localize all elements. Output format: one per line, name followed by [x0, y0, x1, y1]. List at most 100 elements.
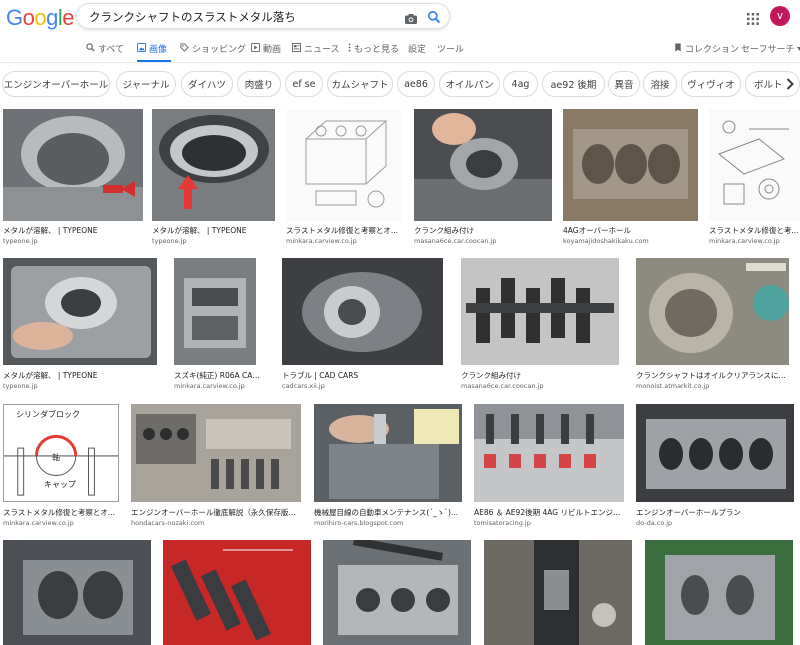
result-source[interactable]: masana6ce.car.coocan.jp	[461, 382, 619, 390]
chip[interactable]: ef se	[285, 71, 323, 97]
result-caption[interactable]: クランク組み付け	[414, 225, 552, 236]
result-thumbnail[interactable]	[282, 258, 443, 365]
search-icon	[86, 42, 95, 55]
google-logo[interactable]: Google	[6, 5, 75, 31]
chip[interactable]: ae86	[397, 71, 435, 97]
result-thumbnail[interactable]	[709, 109, 800, 221]
result-thumbnail[interactable]	[461, 258, 619, 365]
chip[interactable]: ダイハツ	[181, 71, 233, 97]
result-caption[interactable]: スラストメタル修復と考察とオ...	[286, 225, 402, 236]
chevron-right-icon[interactable]	[786, 78, 794, 94]
search-icon[interactable]	[427, 9, 441, 28]
chip[interactable]: ジャーナル	[116, 71, 176, 97]
result-thumbnail[interactable]	[3, 109, 143, 221]
result-caption[interactable]: スラストメタル修復と考察とオ...	[3, 507, 119, 518]
chip[interactable]: ヴィヴィオ	[681, 71, 741, 97]
safesearch-menu[interactable]: セーフサーチ	[741, 42, 800, 55]
result-thumbnail[interactable]	[645, 540, 793, 645]
collections-link[interactable]: コレクション	[674, 42, 739, 55]
result-caption[interactable]: メタルが溶解、 | TYPEONE	[3, 370, 157, 381]
result-source[interactable]: hondacars-nozaki.com	[131, 519, 301, 527]
search-box[interactable]: クランクシャフトのスラストメタル落ち	[76, 3, 450, 29]
result-thumbnail[interactable]: シリンダブロック 軸 キャップ	[3, 404, 119, 502]
result-caption[interactable]: トラブル | CAD CARS	[282, 370, 443, 381]
logo-letter: o	[34, 5, 47, 30]
result-caption[interactable]: メタルが溶解、 | TYPEONE	[3, 225, 143, 236]
chip[interactable]: 肉盛り	[237, 71, 281, 97]
result-caption[interactable]: スズキ(純正) R06A CAD...	[174, 370, 264, 381]
result-thumbnail[interactable]	[314, 404, 462, 502]
result-source[interactable]: minkara.carview.co.jp	[286, 237, 402, 245]
result-thumbnail[interactable]	[3, 540, 151, 645]
result-caption[interactable]: AE86 ＆ AE92後期 4AG リビルトエンジン...	[474, 507, 624, 518]
account-avatar[interactable]: v	[770, 6, 790, 26]
result-thumbnail[interactable]	[414, 109, 552, 221]
tab-more[interactable]: もっと見る	[348, 42, 399, 55]
result-source[interactable]: minkara.carview.co.jp	[174, 382, 264, 390]
result-thumbnail[interactable]	[163, 540, 311, 645]
logo-letter: o	[22, 5, 35, 30]
result-caption[interactable]: クランク組み付け	[461, 370, 619, 381]
chip[interactable]: ae92 後期	[542, 71, 605, 97]
result-thumbnail[interactable]	[474, 404, 624, 502]
result-caption[interactable]: スラストメタル修復と考...	[709, 225, 800, 236]
tab-settings[interactable]: 設定	[408, 42, 426, 55]
tab-news[interactable]: ニュース	[292, 42, 340, 55]
result-caption[interactable]: エンジンオーバーホールプラン	[636, 507, 794, 518]
result-thumbnail[interactable]	[131, 404, 301, 502]
result-thumbnail[interactable]	[636, 258, 789, 365]
result-caption[interactable]: クランクシャフトはオイルクリアランスに要...	[636, 370, 789, 381]
tab-all[interactable]: すべて	[86, 42, 124, 55]
chip[interactable]: 4ag	[503, 71, 538, 97]
tab-label: すべて	[98, 45, 125, 55]
bookmark-icon	[674, 42, 682, 55]
result-thumbnail[interactable]	[286, 109, 402, 221]
result-source[interactable]: typeone.jp	[152, 237, 275, 245]
tab-label: 画像	[149, 45, 168, 55]
search-tabs: すべて 画像 ショッピング 動画 ニュース もっと見る 設定 ツール コレクショ…	[0, 42, 800, 58]
chip[interactable]: 異音	[608, 71, 640, 97]
result-source[interactable]: minkara.carview.co.jp	[3, 519, 119, 527]
result-source[interactable]: do-da.co.jp	[636, 519, 794, 527]
result-source[interactable]: typeone.jp	[3, 237, 143, 245]
search-input[interactable]: クランクシャフトのスラストメタル落ち	[89, 9, 296, 25]
result-thumbnail[interactable]	[323, 540, 471, 645]
result-source[interactable]: monoist.atmarkit.co.jp	[636, 382, 789, 390]
chip[interactable]: 溶接	[643, 71, 677, 97]
result-caption[interactable]: 機械屋目線の自動車メンテナンス(´_ゝ`)...	[314, 507, 462, 518]
result-thumbnail[interactable]	[3, 258, 157, 365]
tab-label: ショッピング	[192, 45, 247, 55]
result-thumbnail[interactable]	[152, 109, 275, 221]
chip[interactable]: オイルパン	[439, 71, 500, 97]
logo-letter: G	[6, 5, 23, 30]
tab-label: ニュース	[304, 45, 340, 55]
image-icon	[137, 42, 146, 55]
chip[interactable]: カムシャフト	[327, 71, 393, 97]
result-source[interactable]: masana6ce.car.coocan.jp	[414, 237, 552, 245]
result-source[interactable]: typeone.jp	[3, 382, 157, 390]
result-caption[interactable]: エンジンオーバーホール徹底解説（永久保存版）...	[131, 507, 301, 518]
apps-grid-icon[interactable]	[747, 10, 759, 29]
result-thumbnail[interactable]	[174, 258, 256, 365]
result-thumbnail[interactable]	[563, 109, 698, 221]
result-source[interactable]: minkara.carview.co.jp	[709, 237, 800, 245]
result-source[interactable]: morihiro-cars.blogspot.com	[314, 519, 462, 527]
header-divider	[0, 62, 800, 63]
more-vert-icon	[348, 42, 351, 55]
tab-tools[interactable]: ツール	[437, 42, 464, 55]
result-caption[interactable]: 4AGオーバーホール	[563, 225, 698, 236]
result-source[interactable]: cadcars.xii.jp	[282, 382, 443, 390]
result-caption[interactable]: メタルが溶解、 | TYPEONE	[152, 225, 275, 236]
tab-shopping[interactable]: ショッピング	[180, 42, 246, 55]
camera-icon[interactable]	[404, 10, 418, 29]
tab-images[interactable]: 画像	[137, 42, 167, 55]
result-thumbnail[interactable]	[484, 540, 632, 645]
tag-icon	[180, 42, 189, 55]
chip[interactable]: エンジンオーバーホール	[2, 71, 110, 97]
result-source[interactable]: koyamajidoshakikaku.com	[563, 237, 698, 245]
logo-letter: g	[46, 5, 58, 30]
result-thumbnail[interactable]	[636, 404, 794, 502]
result-source[interactable]: tomisatoracing.jp	[474, 519, 624, 527]
tab-videos[interactable]: 動画	[251, 42, 281, 55]
tab-label: ツール	[437, 45, 465, 55]
